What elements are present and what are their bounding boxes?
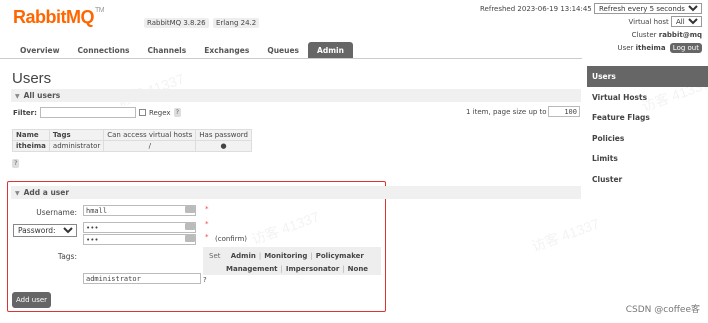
tag-option-none[interactable]: None [348, 265, 368, 273]
confirm-label: (confirm) [215, 235, 248, 243]
nav-divider [0, 58, 582, 59]
watermark: 访客 41337 [529, 215, 602, 255]
tab-queues[interactable]: Queues [258, 42, 308, 59]
column-header-password[interactable]: Has password [195, 129, 252, 141]
cluster-name: rabbit@mq [658, 31, 702, 39]
sidebar-item-feature-flags[interactable]: Feature Flags [587, 107, 708, 128]
vhost-select[interactable]: All [671, 16, 702, 27]
admin-sidebar: Users Virtual Hosts Feature Flags Polici… [587, 66, 708, 189]
rabbitmq-version-badge: RabbitMQ 3.8.26 [144, 18, 209, 28]
user-label: User [617, 44, 634, 52]
vhost-label: Virtual host [628, 18, 669, 26]
main-nav: Overview Connections Channels Exchanges … [11, 42, 353, 59]
keyboard-icon [185, 223, 195, 230]
column-header-name[interactable]: Name [12, 129, 50, 141]
erlang-version-badge: Erlang 24.2 [213, 18, 260, 28]
required-marker: * [205, 220, 209, 228]
all-users-heading: All users [23, 91, 61, 100]
filter-input[interactable] [39, 107, 136, 118]
keyboard-icon [185, 206, 195, 213]
tab-channels[interactable]: Channels [139, 42, 196, 59]
password-field-wrap [83, 222, 196, 233]
user-tags-cell: administrator [48, 140, 105, 152]
username-label: Username: [36, 208, 77, 217]
password-input[interactable] [83, 222, 196, 233]
filter-row: Filter: Regex ? [13, 107, 182, 118]
sidebar-item-policies[interactable]: Policies [587, 128, 708, 149]
tag-option-management[interactable]: Management [226, 265, 278, 273]
table-header-row: Name Tags Can access virtual hosts Has p… [12, 129, 252, 141]
keyboard-icon [185, 235, 195, 242]
tags-help-icon[interactable]: ? [203, 276, 207, 284]
tab-connections[interactable]: Connections [69, 42, 139, 59]
username-field-wrap [83, 205, 196, 216]
refreshed-text: Refreshed 2023-06-19 13:14:45 [480, 5, 592, 13]
paging-text: 1 item, page size up to [466, 108, 547, 116]
user-vhosts-cell: / [103, 140, 197, 152]
cluster-label: Cluster [631, 31, 657, 39]
table-row[interactable]: itheima administrator / ● [12, 140, 252, 152]
users-table: Name Tags Can access virtual hosts Has p… [12, 129, 252, 152]
chevron-down-icon: ▼ [15, 190, 20, 197]
password-confirm-input[interactable] [83, 234, 196, 245]
tag-option-policymaker[interactable]: Policymaker [316, 252, 364, 260]
column-header-vhosts[interactable]: Can access virtual hosts [103, 129, 197, 141]
required-marker: * [205, 233, 209, 241]
tab-exchanges[interactable]: Exchanges [195, 42, 258, 59]
username-input[interactable] [83, 205, 196, 216]
tab-admin[interactable]: Admin [308, 42, 353, 59]
header-status: Refreshed 2023-06-19 13:14:45 Refresh ev… [480, 3, 702, 55]
logout-button[interactable]: Log out [669, 43, 702, 53]
tag-presets: Set Admin | Monitoring | Policymaker Managem… [203, 247, 381, 275]
current-user: itheima [635, 44, 666, 52]
regex-label: Regex [148, 108, 171, 117]
add-user-section-header[interactable]: ▼ Add a user [11, 186, 581, 199]
page-title: Users [12, 70, 52, 87]
sidebar-item-limits[interactable]: Limits [587, 148, 708, 169]
page-size-input[interactable] [548, 106, 580, 117]
user-password-cell: ● [195, 140, 252, 152]
table-help-icon[interactable]: ? [12, 159, 20, 168]
refresh-select[interactable]: Refresh every 5 seconds [594, 3, 702, 14]
add-user-heading: Add a user [23, 188, 70, 197]
logo-text: RabbitMQ [13, 7, 95, 27]
sidebar-item-virtual-hosts[interactable]: Virtual Hosts [587, 87, 708, 108]
regex-help-icon[interactable]: ? [173, 108, 182, 117]
logo-tm: TM [95, 7, 105, 14]
all-users-section-header[interactable]: ▼ All users [11, 89, 581, 102]
column-header-tags[interactable]: Tags [48, 129, 105, 141]
footer-credit: CSDN @coffee客 [625, 305, 700, 315]
password-type-select[interactable]: Password: [13, 224, 77, 237]
user-name-cell[interactable]: itheima [12, 140, 50, 152]
sidebar-item-users[interactable]: Users [587, 66, 708, 87]
tab-overview[interactable]: Overview [11, 42, 69, 59]
tag-option-impersonator[interactable]: Impersonator [286, 265, 339, 273]
tag-option-monitoring[interactable]: Monitoring [264, 252, 307, 260]
tag-option-admin[interactable]: Admin [231, 252, 256, 260]
tags-input[interactable] [83, 273, 201, 284]
add-user-button[interactable]: Add user [12, 292, 52, 308]
regex-checkbox[interactable] [138, 109, 146, 116]
filter-label: Filter: [13, 108, 37, 117]
required-marker: * [205, 205, 209, 213]
sidebar-item-cluster[interactable]: Cluster [587, 169, 708, 190]
rabbitmq-logo[interactable]: RabbitMQTM [13, 7, 105, 28]
tags-label: Tags: [57, 252, 77, 261]
set-label: Set [209, 252, 221, 260]
chevron-down-icon: ▼ [15, 93, 20, 100]
confirm-field-wrap [83, 234, 196, 245]
